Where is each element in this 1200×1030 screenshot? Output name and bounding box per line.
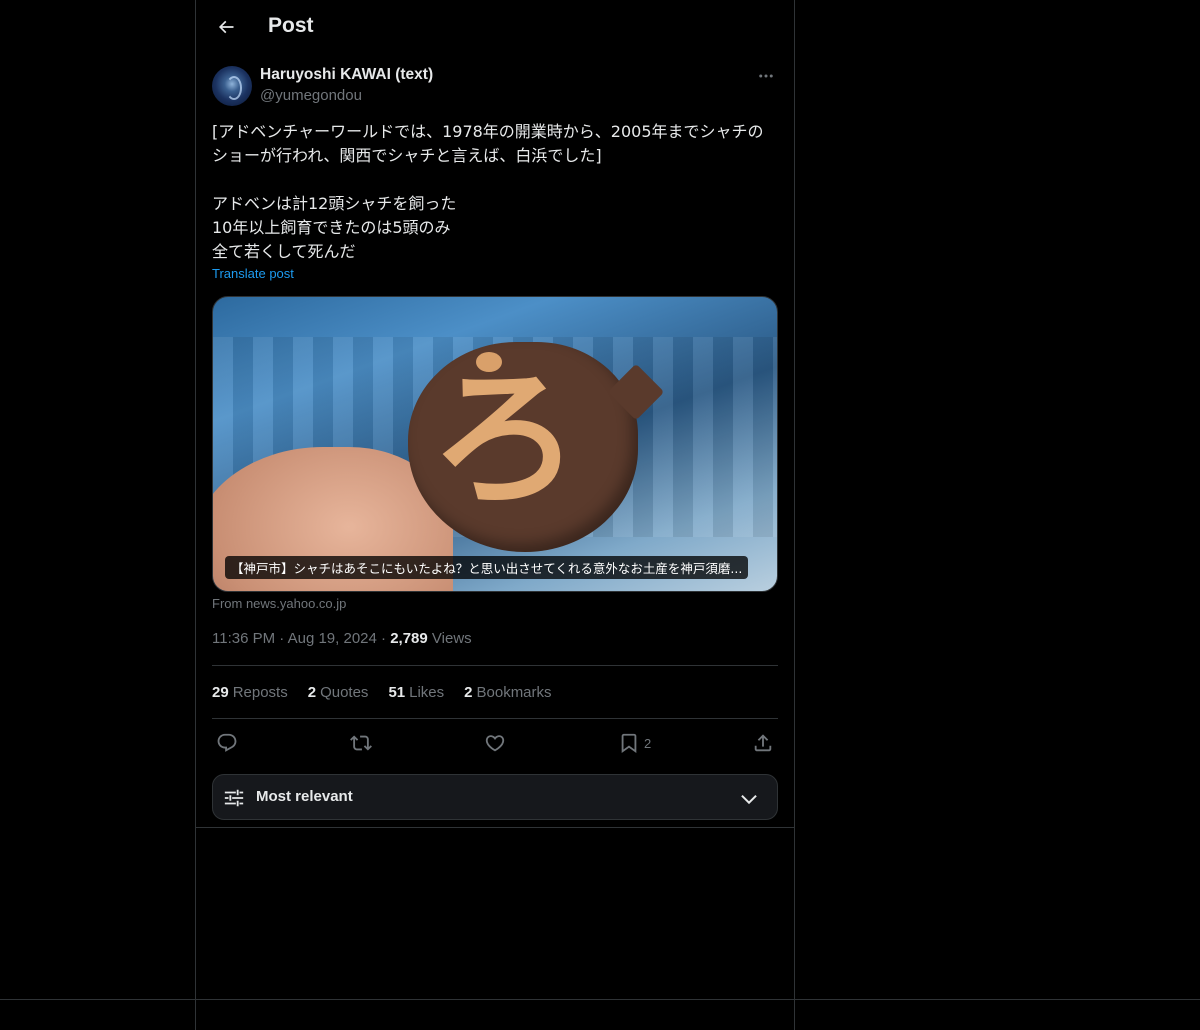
reply-button[interactable] — [216, 730, 238, 756]
post-date[interactable]: Aug 19, 2024 — [288, 630, 377, 647]
heart-icon — [485, 735, 505, 752]
avatar[interactable] — [212, 66, 252, 106]
bookmark-count: 2 — [644, 735, 652, 751]
bookmark-button[interactable]: 2 — [618, 730, 651, 756]
divider — [212, 718, 778, 719]
post-time[interactable]: 11:36 PM — [212, 630, 275, 647]
post-divider — [196, 827, 794, 828]
page-header: Post — [196, 0, 794, 55]
page-title: Post — [268, 14, 314, 37]
reply-sort-dropdown[interactable]: Most relevant — [212, 774, 778, 820]
author-row: Haruyoshi KAWAI (text) @yumegondou — [212, 64, 778, 108]
back-button[interactable] — [208, 9, 244, 45]
translate-post-link[interactable]: Translate post — [212, 266, 294, 281]
more-options-button[interactable] — [754, 64, 778, 88]
repost-icon — [350, 735, 372, 751]
bookmarks-stat[interactable]: 2 Bookmarks — [464, 684, 551, 704]
repost-button[interactable] — [350, 730, 372, 756]
card-source[interactable]: From news.yahoo.co.jp — [212, 596, 346, 611]
chevron-down-icon — [741, 794, 757, 805]
sliders-icon — [224, 789, 244, 807]
arrow-left-icon — [218, 20, 234, 34]
post-article: Haruyoshi KAWAI (text) @yumegondou [アドベン… — [212, 64, 778, 820]
post-text: [アドベンチャーワールドでは、1978年の開業時から、2005年までシャチのショ… — [212, 122, 764, 261]
action-bar: 2 — [212, 730, 778, 756]
bookmark-icon — [621, 733, 637, 754]
author-handle[interactable]: @yumegondou — [260, 87, 362, 104]
sort-label: Most relevant — [256, 788, 353, 805]
primary-column: Post Haruyoshi KAWAI (text) @yumegondou … — [195, 0, 795, 1030]
views-count: 2,789 — [390, 630, 428, 647]
card-caption: 【神戸市】シャチはあそこにもいたよね？と思い出させてくれる意外なお土産を神戸須磨… — [225, 556, 749, 579]
reply-icon — [217, 733, 237, 752]
engagement-stats: 29 Reposts 2 Quotes 51 Likes 2 Bookmarks — [212, 684, 552, 704]
quotes-stat[interactable]: 2 Quotes — [308, 684, 369, 704]
share-button[interactable] — [752, 730, 774, 756]
share-icon — [754, 734, 772, 752]
author-name[interactable]: Haruyoshi KAWAI (text) — [260, 66, 433, 84]
like-button[interactable] — [484, 730, 506, 756]
views-label: Views — [431, 630, 472, 647]
reposts-stat[interactable]: 29 Reposts — [212, 684, 288, 704]
link-card-image[interactable]: ろ 【神戸市】シャチはあそこにもいたよね？と思い出させてくれる意外なお土産を神戸… — [212, 296, 778, 592]
post-meta: 11:36 PM · Aug 19, 2024 · 2,789 Views — [212, 630, 472, 647]
divider — [212, 665, 778, 666]
more-horizontal-icon — [759, 74, 773, 78]
bottom-divider — [0, 999, 1200, 1000]
likes-stat[interactable]: 51 Likes — [388, 684, 444, 704]
card-photo-cookie: ろ — [408, 342, 665, 552]
